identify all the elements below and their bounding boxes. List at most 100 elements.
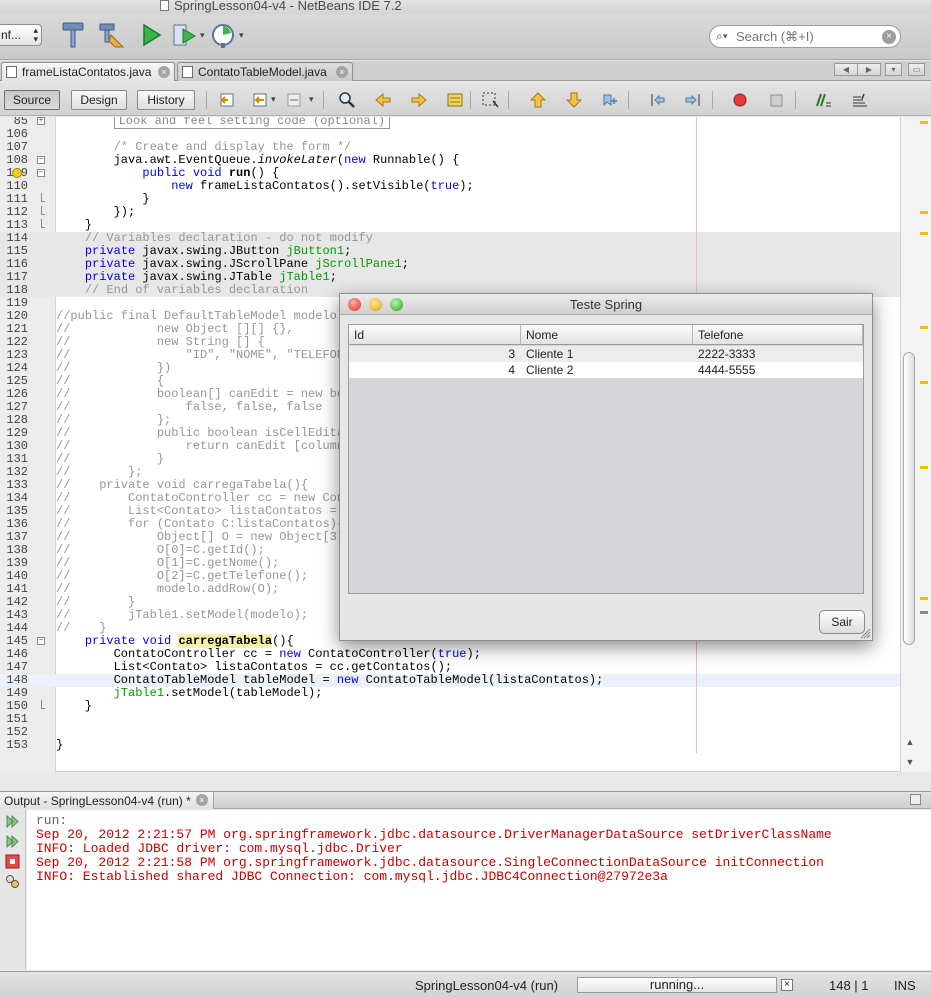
forward-dropdown-icon[interactable]: ▾	[309, 94, 314, 105]
find-icon[interactable]	[337, 91, 357, 109]
forward-icon[interactable]	[285, 91, 305, 109]
error-stripe-warning[interactable]	[920, 232, 928, 235]
find-previous-icon[interactable]	[373, 91, 393, 109]
minimize-output-icon[interactable]	[910, 794, 921, 805]
tab-frame-lista-contatos[interactable]: frameListaContatos.java ×	[1, 62, 175, 81]
toggle-rect-selection-icon[interactable]	[480, 91, 500, 109]
tab-output[interactable]: Output - SpringLesson04-v4 (run) * ×	[0, 792, 214, 809]
table-row[interactable]: 3 Cliente 1 2222-3333	[349, 346, 863, 362]
scroll-up-icon[interactable]: ▲	[904, 736, 916, 748]
source-view-button[interactable]: Source	[4, 90, 60, 110]
fold-end-marker	[41, 700, 45, 709]
collapse-fold-icon[interactable]: −	[37, 169, 45, 177]
debug-icon[interactable]	[170, 20, 200, 50]
clean-build-icon[interactable]	[96, 20, 126, 50]
start-macro-recording-icon[interactable]	[730, 91, 750, 109]
profile-icon[interactable]	[208, 20, 238, 50]
close-output-icon[interactable]: ×	[195, 794, 208, 806]
code-line[interactable]: 112 });	[0, 206, 900, 219]
table-header: Id Nome Telefone	[349, 325, 863, 345]
code-line[interactable]: 152	[0, 726, 900, 739]
progress-bar[interactable]: running...	[577, 977, 777, 993]
output-panel-header: Output - SpringLesson04-v4 (run) * ×	[0, 791, 931, 809]
main-toolbar: nf... ▴▾ ▾ ▾ ⌕▾ ×	[0, 14, 931, 60]
profile-dropdown-icon[interactable]: ▾	[239, 30, 244, 41]
design-view-button[interactable]: Design	[71, 90, 127, 110]
clear-search-icon[interactable]: ×	[882, 30, 896, 44]
back-dropdown-icon[interactable]: ▾	[271, 94, 276, 105]
column-header-telefone[interactable]: Telefone	[693, 325, 863, 344]
collapse-fold-icon[interactable]: −	[37, 637, 45, 645]
tab-label: frameListaContatos.java	[22, 65, 152, 79]
search-input[interactable]	[736, 29, 886, 44]
uncomment-icon[interactable]	[849, 91, 869, 109]
code-line[interactable]: 151	[0, 713, 900, 726]
vertical-scroll-thumb[interactable]	[903, 352, 915, 645]
toolbar-separator	[628, 91, 629, 109]
caret-position: 148 | 1	[829, 978, 869, 993]
code-line[interactable]: 149 jTable1.setModel(tableModel);	[0, 687, 900, 700]
cell-nome: Cliente 1	[526, 347, 574, 361]
error-stripe-warning[interactable]	[920, 381, 928, 384]
configuration-select[interactable]: nf... ▴ ▾	[0, 24, 42, 46]
shift-right-icon[interactable]	[683, 91, 703, 109]
error-stripe-warning[interactable]	[920, 466, 928, 469]
toggle-bookmark-icon[interactable]	[600, 91, 620, 109]
hint-bulb-icon[interactable]	[12, 168, 22, 178]
fold-end-marker	[41, 193, 45, 202]
insert-mode: INS	[894, 978, 916, 993]
sair-button[interactable]: Sair	[819, 610, 865, 634]
column-header-id[interactable]: Id	[349, 325, 521, 344]
find-next-icon[interactable]	[409, 91, 429, 109]
cell-telefone: 2222-3333	[698, 347, 756, 361]
error-stripe-caret[interactable]	[920, 611, 928, 614]
tab-contato-table-model[interactable]: ContatoTableModel.java ×	[177, 62, 353, 81]
search-icon[interactable]: ⌕▾	[716, 29, 728, 44]
cancel-task-icon[interactable]: ×	[781, 979, 793, 991]
code-text: jTable1.setModel(tableModel);	[113, 686, 323, 700]
build-hammer-icon[interactable]	[58, 20, 88, 50]
close-tab-icon[interactable]: ×	[336, 66, 348, 78]
code-line[interactable]: 150 }	[0, 700, 900, 713]
show-opened-documents-icon[interactable]: ▾	[885, 63, 902, 76]
stop-macro-recording-icon[interactable]	[766, 91, 786, 109]
code-line[interactable]: 111 }	[0, 193, 900, 206]
shift-left-icon[interactable]	[647, 91, 667, 109]
debug-dropdown-icon[interactable]: ▾	[200, 30, 205, 41]
code-line[interactable]: 85 + Look and feel setting code (optional…	[0, 117, 900, 129]
run-icon[interactable]	[136, 20, 166, 50]
error-stripe-warning[interactable]	[920, 597, 928, 600]
horizontal-scrollbar[interactable]	[56, 771, 900, 772]
maximize-window-icon[interactable]: ▭	[908, 63, 925, 76]
back-icon[interactable]	[251, 91, 271, 109]
error-stripe-warning[interactable]	[920, 121, 928, 124]
rerun-icon[interactable]	[5, 814, 20, 829]
comment-icon[interactable]	[813, 91, 833, 109]
error-stripe-warning[interactable]	[920, 211, 928, 214]
collapse-fold-icon[interactable]: −	[37, 156, 45, 164]
output-console[interactable]: run: Sep 20, 2012 2:21:57 PM org.springfr…	[27, 810, 931, 970]
scroll-tabs-right-icon[interactable]: ▶	[857, 63, 881, 76]
close-tab-icon[interactable]: ×	[158, 66, 170, 78]
code-line[interactable]: 153}	[0, 739, 900, 752]
next-bookmark-icon[interactable]	[564, 91, 584, 109]
stop-icon[interactable]	[5, 854, 20, 869]
contacts-table[interactable]: Id Nome Telefone 3 Cliente 1 2222-3333 4…	[348, 324, 864, 594]
resize-grip-icon[interactable]	[860, 628, 871, 639]
code-text: }	[56, 738, 64, 752]
table-row[interactable]: 4 Cliente 2 4444-5555	[349, 362, 863, 378]
toggle-highlight-icon[interactable]	[445, 91, 465, 109]
scroll-tabs-left-icon[interactable]: ◀	[834, 63, 858, 76]
output-line: INFO: Established shared JDBC Connection…	[36, 869, 668, 884]
expand-fold-icon[interactable]: +	[37, 117, 45, 125]
history-view-button[interactable]: History	[137, 90, 195, 110]
scroll-down-icon[interactable]: ▼	[904, 756, 916, 768]
previous-bookmark-icon[interactable]	[528, 91, 548, 109]
last-edit-icon[interactable]	[218, 91, 238, 109]
running-processes-icon[interactable]	[5, 874, 20, 889]
error-stripe-warning[interactable]	[920, 326, 928, 329]
status-task-name[interactable]: SpringLesson04-v4 (run)	[415, 978, 558, 993]
column-header-nome[interactable]: Nome	[521, 325, 693, 344]
code-text: }	[56, 699, 93, 713]
rerun-with-params-icon[interactable]	[5, 834, 20, 849]
